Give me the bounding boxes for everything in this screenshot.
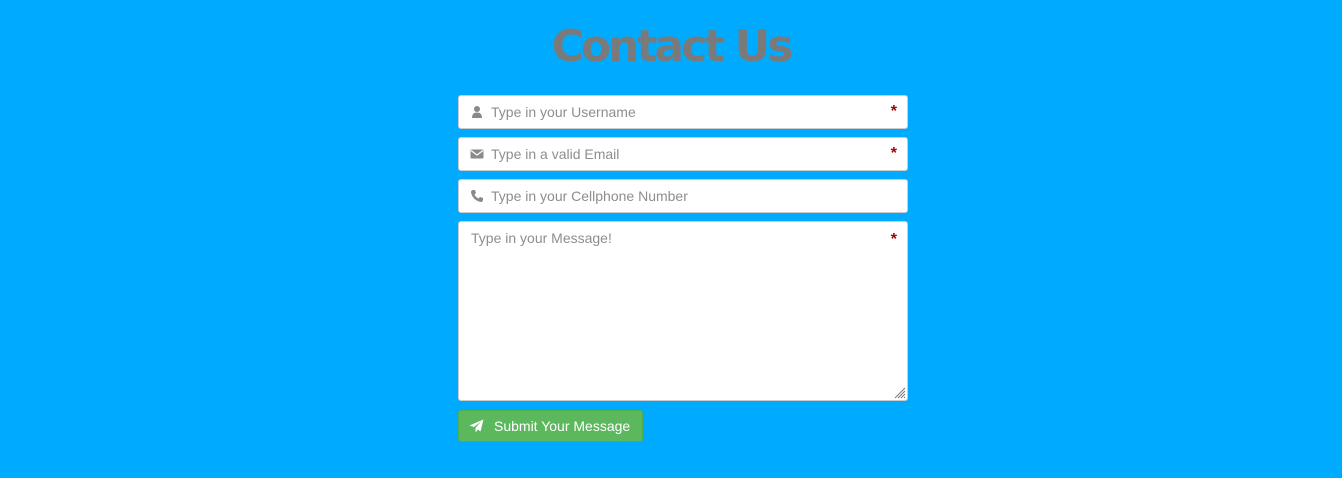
envelope-icon: [470, 147, 484, 161]
user-icon: [470, 105, 484, 119]
submit-label: Submit Your Message: [494, 418, 631, 434]
phone-input[interactable]: [491, 180, 871, 212]
email-input[interactable]: [491, 138, 871, 170]
required-marker: *: [890, 103, 897, 120]
resize-grip-icon[interactable]: [892, 385, 906, 399]
contact-page: Contact Us * *: [0, 0, 1342, 478]
username-field: *: [458, 95, 908, 129]
page-title: Contact Us: [551, 21, 794, 72]
message-field: *: [458, 221, 908, 401]
phone-icon: [470, 189, 484, 203]
username-input[interactable]: [491, 96, 871, 128]
contact-form: * * *: [458, 95, 908, 442]
required-marker: *: [890, 231, 897, 248]
message-textarea[interactable]: [471, 230, 881, 390]
email-field: *: [458, 137, 908, 171]
phone-field: [458, 179, 908, 213]
paper-plane-icon: [469, 419, 484, 433]
required-marker: *: [890, 145, 897, 162]
submit-button[interactable]: Submit Your Message: [458, 410, 644, 442]
